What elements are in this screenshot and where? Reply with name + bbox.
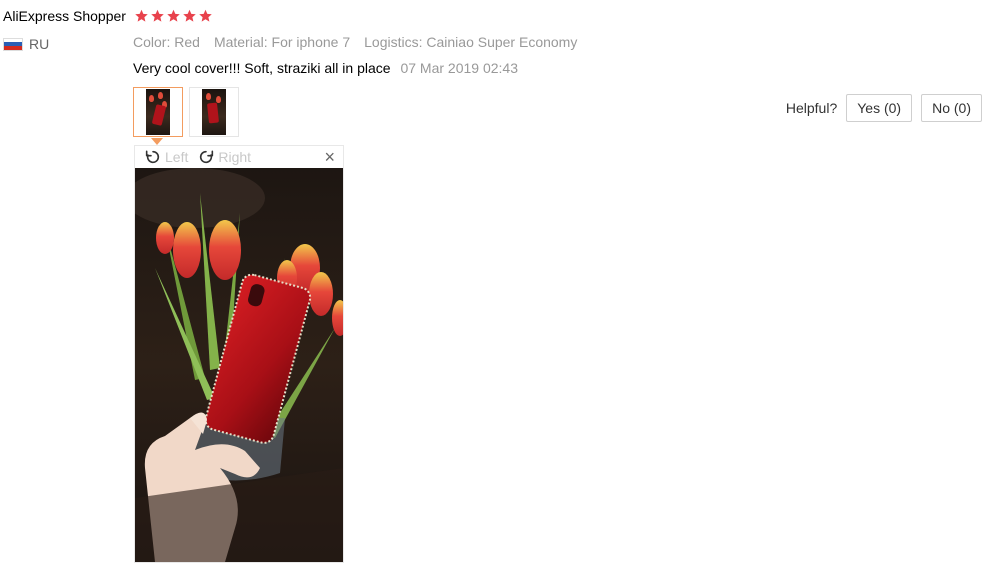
star-icon xyxy=(151,9,164,22)
attribute-value: Cainiao Super Economy xyxy=(426,34,578,50)
attribute-material: Material: For iphone 7 xyxy=(214,34,350,50)
attribute-color: Color: Red xyxy=(133,34,200,50)
review-content: Very cool cover!!! Soft, straziki all in… xyxy=(133,60,518,76)
star-icon xyxy=(199,9,212,22)
image-viewer-toolbar: Left Right × xyxy=(135,146,343,168)
helpful-yes-button[interactable]: Yes (0) xyxy=(846,94,913,122)
helpful-voting: Helpful? Yes (0) No (0) xyxy=(786,94,982,122)
rotate-left-button[interactable]: Left xyxy=(145,149,188,165)
active-thumbnail-caret xyxy=(151,138,163,145)
review-thumbnails xyxy=(133,87,239,137)
star-icon xyxy=(167,9,180,22)
rotate-left-label: Left xyxy=(165,149,189,165)
attribute-value: For iphone 7 xyxy=(271,34,351,50)
review-photo xyxy=(135,168,343,562)
attribute-key: Logistics: xyxy=(364,34,423,50)
review-thumbnail[interactable] xyxy=(189,87,239,137)
attribute-key: Color: xyxy=(133,34,171,50)
country-code: RU xyxy=(29,36,50,52)
star-icon xyxy=(183,9,196,22)
star-rating xyxy=(134,8,213,24)
attribute-key: Material: xyxy=(213,34,268,50)
close-icon[interactable]: × xyxy=(324,147,335,168)
flag-ru-icon xyxy=(3,37,23,51)
reviewer-name: AliExpress Shopper xyxy=(3,8,126,24)
attribute-logistics: Logistics: Cainiao Super Economy xyxy=(364,34,577,50)
reviewer-country: RU xyxy=(3,36,49,52)
attribute-value: Red xyxy=(174,34,200,50)
review-thumbnail[interactable] xyxy=(133,87,183,137)
helpful-label: Helpful? xyxy=(785,100,838,116)
thumbnail-image xyxy=(202,89,226,135)
product-attributes: Color: Red Material: For iphone 7 Logist… xyxy=(133,34,577,50)
rotate-left-icon xyxy=(145,150,160,164)
thumbnail-image xyxy=(146,89,170,135)
review-date: 07 Mar 2019 02:43 xyxy=(400,60,518,76)
rotate-right-label: Right xyxy=(218,149,252,165)
star-icon xyxy=(135,9,148,22)
rotate-right-icon xyxy=(200,150,214,164)
rotate-right-button[interactable]: Right xyxy=(198,149,251,165)
helpful-no-button[interactable]: No (0) xyxy=(921,94,982,122)
review-text: Very cool cover!!! Soft, straziki all in… xyxy=(133,60,391,76)
image-viewer: Left Right × xyxy=(134,145,344,563)
